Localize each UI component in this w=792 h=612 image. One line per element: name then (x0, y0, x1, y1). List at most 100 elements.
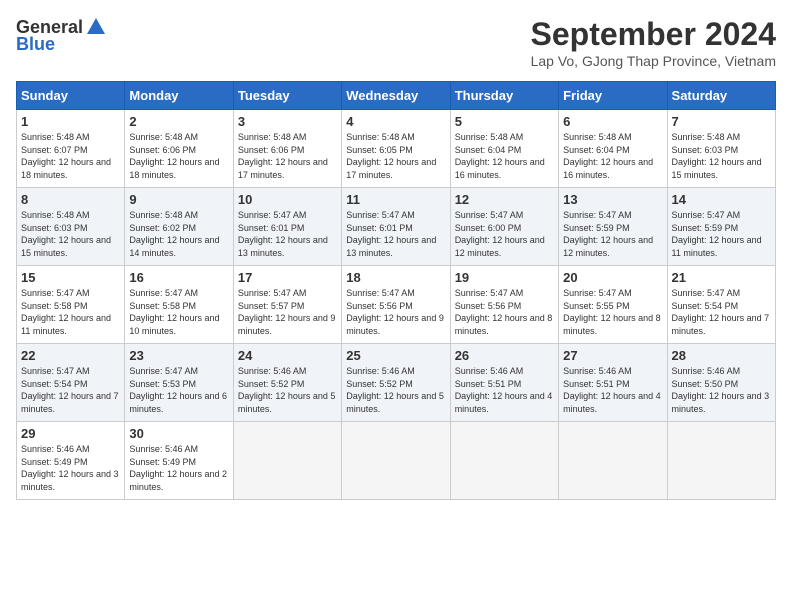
col-sunday: Sunday (17, 82, 125, 110)
day-info: Sunrise: 5:47 AMSunset: 6:00 PMDaylight:… (455, 210, 545, 258)
calendar-cell (667, 422, 775, 500)
day-info: Sunrise: 5:46 AMSunset: 5:49 PMDaylight:… (21, 444, 119, 492)
calendar-cell (233, 422, 341, 500)
subtitle: Lap Vo, GJong Thap Province, Vietnam (531, 53, 776, 69)
page-container: General Blue September 2024 Lap Vo, GJon… (0, 0, 792, 508)
calendar-week-3: 22 Sunrise: 5:47 AMSunset: 5:54 PMDaylig… (17, 344, 776, 422)
day-number: 24 (238, 348, 337, 363)
calendar-cell: 4 Sunrise: 5:48 AMSunset: 6:05 PMDayligh… (342, 110, 450, 188)
day-number: 15 (21, 270, 120, 285)
calendar-cell: 29 Sunrise: 5:46 AMSunset: 5:49 PMDaylig… (17, 422, 125, 500)
calendar-cell: 3 Sunrise: 5:48 AMSunset: 6:06 PMDayligh… (233, 110, 341, 188)
month-title: September 2024 (531, 16, 776, 53)
calendar-week-4: 29 Sunrise: 5:46 AMSunset: 5:49 PMDaylig… (17, 422, 776, 500)
header: General Blue September 2024 Lap Vo, GJon… (16, 16, 776, 69)
day-number: 23 (129, 348, 228, 363)
day-info: Sunrise: 5:48 AMSunset: 6:04 PMDaylight:… (563, 132, 653, 180)
day-number: 16 (129, 270, 228, 285)
day-number: 22 (21, 348, 120, 363)
day-number: 19 (455, 270, 554, 285)
calendar-cell: 25 Sunrise: 5:46 AMSunset: 5:52 PMDaylig… (342, 344, 450, 422)
col-saturday: Saturday (667, 82, 775, 110)
day-number: 28 (672, 348, 771, 363)
calendar-cell: 19 Sunrise: 5:47 AMSunset: 5:56 PMDaylig… (450, 266, 558, 344)
day-number: 1 (21, 114, 120, 129)
calendar-week-2: 15 Sunrise: 5:47 AMSunset: 5:58 PMDaylig… (17, 266, 776, 344)
calendar-cell: 16 Sunrise: 5:47 AMSunset: 5:58 PMDaylig… (125, 266, 233, 344)
day-info: Sunrise: 5:47 AMSunset: 5:57 PMDaylight:… (238, 288, 336, 336)
day-info: Sunrise: 5:46 AMSunset: 5:51 PMDaylight:… (455, 366, 553, 414)
logo-blue: Blue (16, 34, 55, 55)
col-tuesday: Tuesday (233, 82, 341, 110)
day-info: Sunrise: 5:46 AMSunset: 5:51 PMDaylight:… (563, 366, 661, 414)
calendar-cell: 21 Sunrise: 5:47 AMSunset: 5:54 PMDaylig… (667, 266, 775, 344)
day-info: Sunrise: 5:47 AMSunset: 5:58 PMDaylight:… (129, 288, 219, 336)
day-number: 9 (129, 192, 228, 207)
day-info: Sunrise: 5:46 AMSunset: 5:52 PMDaylight:… (238, 366, 336, 414)
day-info: Sunrise: 5:47 AMSunset: 6:01 PMDaylight:… (238, 210, 328, 258)
day-info: Sunrise: 5:47 AMSunset: 5:56 PMDaylight:… (346, 288, 444, 336)
day-number: 11 (346, 192, 445, 207)
day-info: Sunrise: 5:47 AMSunset: 5:59 PMDaylight:… (672, 210, 762, 258)
calendar-cell: 12 Sunrise: 5:47 AMSunset: 6:00 PMDaylig… (450, 188, 558, 266)
calendar-cell: 14 Sunrise: 5:47 AMSunset: 5:59 PMDaylig… (667, 188, 775, 266)
day-number: 30 (129, 426, 228, 441)
day-number: 14 (672, 192, 771, 207)
calendar-cell: 22 Sunrise: 5:47 AMSunset: 5:54 PMDaylig… (17, 344, 125, 422)
day-number: 7 (672, 114, 771, 129)
day-info: Sunrise: 5:48 AMSunset: 6:07 PMDaylight:… (21, 132, 111, 180)
title-section: September 2024 Lap Vo, GJong Thap Provin… (531, 16, 776, 69)
day-info: Sunrise: 5:46 AMSunset: 5:50 PMDaylight:… (672, 366, 770, 414)
day-number: 3 (238, 114, 337, 129)
day-info: Sunrise: 5:46 AMSunset: 5:49 PMDaylight:… (129, 444, 227, 492)
logo-icon (85, 16, 107, 38)
day-number: 6 (563, 114, 662, 129)
header-row: Sunday Monday Tuesday Wednesday Thursday… (17, 82, 776, 110)
day-number: 17 (238, 270, 337, 285)
day-number: 10 (238, 192, 337, 207)
calendar-cell: 26 Sunrise: 5:46 AMSunset: 5:51 PMDaylig… (450, 344, 558, 422)
day-info: Sunrise: 5:47 AMSunset: 5:53 PMDaylight:… (129, 366, 227, 414)
calendar-cell: 15 Sunrise: 5:47 AMSunset: 5:58 PMDaylig… (17, 266, 125, 344)
calendar-cell: 27 Sunrise: 5:46 AMSunset: 5:51 PMDaylig… (559, 344, 667, 422)
day-number: 26 (455, 348, 554, 363)
calendar-cell: 8 Sunrise: 5:48 AMSunset: 6:03 PMDayligh… (17, 188, 125, 266)
day-number: 4 (346, 114, 445, 129)
calendar-cell: 6 Sunrise: 5:48 AMSunset: 6:04 PMDayligh… (559, 110, 667, 188)
calendar-cell: 7 Sunrise: 5:48 AMSunset: 6:03 PMDayligh… (667, 110, 775, 188)
day-number: 21 (672, 270, 771, 285)
day-number: 27 (563, 348, 662, 363)
calendar-cell: 11 Sunrise: 5:47 AMSunset: 6:01 PMDaylig… (342, 188, 450, 266)
calendar-cell: 13 Sunrise: 5:47 AMSunset: 5:59 PMDaylig… (559, 188, 667, 266)
calendar-week-0: 1 Sunrise: 5:48 AMSunset: 6:07 PMDayligh… (17, 110, 776, 188)
day-info: Sunrise: 5:47 AMSunset: 5:58 PMDaylight:… (21, 288, 111, 336)
day-info: Sunrise: 5:48 AMSunset: 6:05 PMDaylight:… (346, 132, 436, 180)
day-number: 18 (346, 270, 445, 285)
day-info: Sunrise: 5:48 AMSunset: 6:04 PMDaylight:… (455, 132, 545, 180)
day-number: 2 (129, 114, 228, 129)
calendar-cell: 17 Sunrise: 5:47 AMSunset: 5:57 PMDaylig… (233, 266, 341, 344)
calendar-body: 1 Sunrise: 5:48 AMSunset: 6:07 PMDayligh… (17, 110, 776, 500)
calendar-cell (450, 422, 558, 500)
day-info: Sunrise: 5:47 AMSunset: 5:54 PMDaylight:… (21, 366, 119, 414)
calendar-cell (342, 422, 450, 500)
day-number: 13 (563, 192, 662, 207)
calendar-cell: 23 Sunrise: 5:47 AMSunset: 5:53 PMDaylig… (125, 344, 233, 422)
calendar-cell: 18 Sunrise: 5:47 AMSunset: 5:56 PMDaylig… (342, 266, 450, 344)
day-info: Sunrise: 5:47 AMSunset: 5:59 PMDaylight:… (563, 210, 653, 258)
calendar-cell: 5 Sunrise: 5:48 AMSunset: 6:04 PMDayligh… (450, 110, 558, 188)
calendar-cell: 24 Sunrise: 5:46 AMSunset: 5:52 PMDaylig… (233, 344, 341, 422)
col-monday: Monday (125, 82, 233, 110)
col-friday: Friday (559, 82, 667, 110)
calendar-table: Sunday Monday Tuesday Wednesday Thursday… (16, 81, 776, 500)
day-number: 5 (455, 114, 554, 129)
calendar-cell: 10 Sunrise: 5:47 AMSunset: 6:01 PMDaylig… (233, 188, 341, 266)
day-info: Sunrise: 5:48 AMSunset: 6:03 PMDaylight:… (21, 210, 111, 258)
day-number: 8 (21, 192, 120, 207)
day-info: Sunrise: 5:47 AMSunset: 6:01 PMDaylight:… (346, 210, 436, 258)
calendar-week-1: 8 Sunrise: 5:48 AMSunset: 6:03 PMDayligh… (17, 188, 776, 266)
day-info: Sunrise: 5:47 AMSunset: 5:55 PMDaylight:… (563, 288, 661, 336)
day-info: Sunrise: 5:47 AMSunset: 5:54 PMDaylight:… (672, 288, 770, 336)
day-info: Sunrise: 5:48 AMSunset: 6:06 PMDaylight:… (238, 132, 328, 180)
col-thursday: Thursday (450, 82, 558, 110)
